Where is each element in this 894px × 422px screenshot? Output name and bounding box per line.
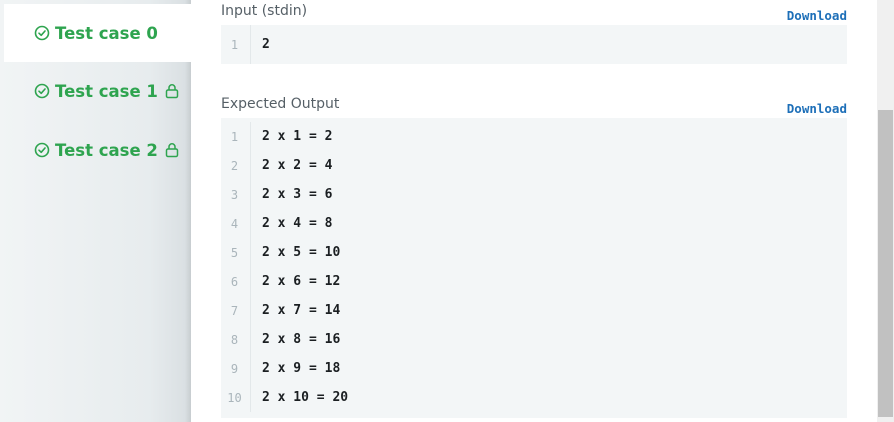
line-text: 2 x 4 = 8	[262, 216, 333, 231]
code-line: 4 2 x 4 = 8	[221, 209, 847, 238]
line-text: 2 x 10 = 20	[262, 390, 349, 405]
code-line: 1 2 x 1 = 2	[221, 122, 847, 151]
tab-label: Test case 2	[55, 140, 158, 160]
line-number: 10	[221, 383, 251, 412]
tab-label: Test case 0	[55, 23, 158, 43]
scrollbar-thumb[interactable]	[878, 110, 893, 417]
line-text: 2	[262, 37, 270, 52]
line-number: 1	[221, 122, 251, 151]
line-text: 2 x 3 = 6	[262, 187, 333, 202]
line-text: 2 x 9 = 18	[262, 361, 341, 376]
lock-icon	[165, 142, 179, 158]
code-line: 5 2 x 5 = 10	[221, 238, 847, 267]
lock-icon	[165, 83, 179, 99]
line-text: 2 x 7 = 14	[262, 303, 341, 318]
code-line: 9 2 x 9 = 18	[221, 354, 847, 383]
line-number: 7	[221, 296, 251, 325]
input-code-block: 1 2	[221, 25, 847, 64]
line-number: 2	[221, 151, 251, 180]
code-line: 2 2 x 2 = 4	[221, 151, 847, 180]
line-number: 9	[221, 354, 251, 383]
output-section-label: Expected Output	[221, 96, 340, 112]
code-line: 1 2	[221, 25, 847, 64]
code-line: 6 2 x 6 = 12	[221, 267, 847, 296]
output-code-block: 1 2 x 1 = 2 2 2 x 2 = 4 3 2 x 3 = 6 4 2 x 4 …	[221, 118, 847, 418]
test-case-sidebar: Test case 0 Test case 1 Test case 2	[0, 0, 191, 422]
tab-test-case-2[interactable]: Test case 2	[4, 121, 191, 179]
tab-test-case-1[interactable]: Test case 1	[4, 62, 191, 120]
line-text: 2 x 8 = 16	[262, 332, 341, 347]
test-case-content: Input (stdin) Download 1 2 Expected Outp…	[191, 0, 881, 422]
check-circle-icon	[34, 142, 50, 158]
line-number: 8	[221, 325, 251, 354]
line-text: 2 x 2 = 4	[262, 158, 333, 173]
line-number: 4	[221, 209, 251, 238]
tab-label: Test case 1	[55, 81, 158, 101]
code-line: 3 2 x 3 = 6	[221, 180, 847, 209]
line-number: 6	[221, 267, 251, 296]
input-download-link[interactable]: Download	[787, 8, 847, 23]
line-number: 1	[221, 25, 251, 64]
tab-test-case-0[interactable]: Test case 0	[4, 4, 191, 62]
output-download-link[interactable]: Download	[787, 101, 847, 116]
line-number: 3	[221, 180, 251, 209]
code-line: 7 2 x 7 = 14	[221, 296, 847, 325]
code-line: 8 2 x 8 = 16	[221, 325, 847, 354]
code-line: 10 2 x 10 = 20	[221, 383, 847, 412]
line-text: 2 x 1 = 2	[262, 129, 333, 144]
line-number: 5	[221, 238, 251, 267]
input-section-label: Input (stdin)	[221, 3, 308, 19]
line-text: 2 x 6 = 12	[262, 274, 341, 289]
check-circle-icon	[34, 83, 50, 99]
check-circle-icon	[34, 25, 50, 41]
line-text: 2 x 5 = 10	[262, 245, 341, 260]
